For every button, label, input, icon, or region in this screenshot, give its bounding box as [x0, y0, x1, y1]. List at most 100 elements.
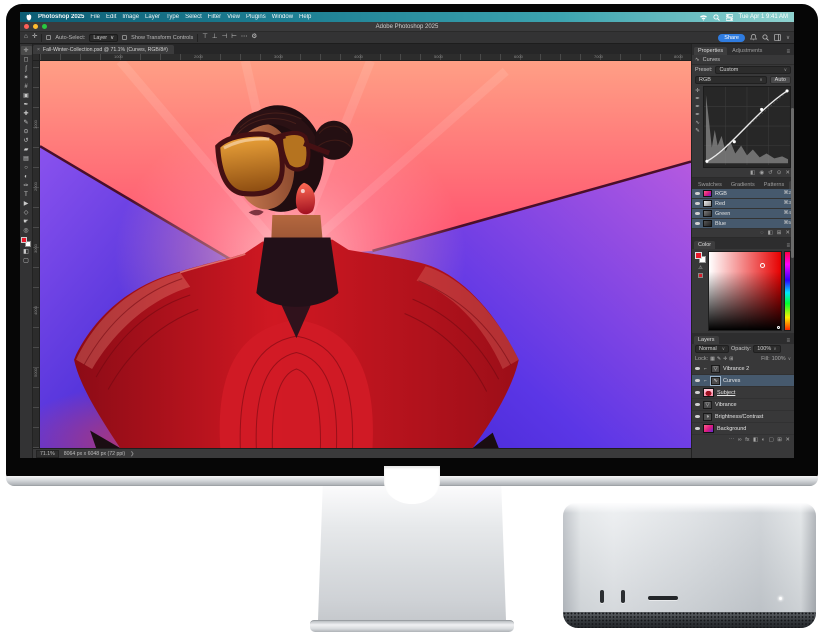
gray-point-eyedropper-icon[interactable]: ✒ — [695, 104, 700, 110]
document-canvas[interactable] — [40, 61, 691, 448]
chevron-down-icon[interactable]: ∨ — [786, 35, 790, 41]
clip-to-layer-icon[interactable]: ◧ — [750, 170, 755, 176]
menu-item-help[interactable]: Help — [299, 14, 311, 20]
visibility-eye-icon[interactable] — [695, 367, 700, 371]
lock-position-icon[interactable]: ✛ — [723, 356, 727, 362]
tab-patterns[interactable]: Patterns — [760, 181, 788, 189]
align-left-icon[interactable]: ⊤ — [202, 34, 208, 41]
document-tab[interactable]: × Fall-Winter-Collection.psd @ 71.1% (Cu… — [33, 45, 174, 54]
toggle-visibility-icon[interactable]: ◉ — [759, 170, 764, 176]
channel-row-green[interactable]: Green ⌘4 — [692, 209, 794, 219]
home-icon[interactable]: ⌂ — [24, 34, 28, 41]
tool-lasso[interactable]: ʃ — [21, 64, 32, 73]
visibility-eye-icon[interactable] — [695, 427, 700, 431]
control-center-icon[interactable] — [726, 14, 733, 21]
channel-row-blue[interactable]: Blue ⌘5 — [692, 219, 794, 229]
tool-blur[interactable]: ○ — [21, 163, 32, 172]
visibility-eye-icon[interactable] — [695, 192, 700, 196]
search-icon[interactable] — [762, 34, 769, 41]
tool-healing[interactable]: ✚ — [21, 109, 32, 118]
visibility-eye-icon[interactable] — [695, 379, 700, 383]
auto-select-dropdown[interactable]: Layer ∨ — [89, 34, 118, 42]
tool-move[interactable]: ✛ — [21, 46, 32, 55]
gamut-warning-icon[interactable]: ⚠ — [698, 265, 702, 271]
lock-all-icon[interactable]: ⊞ — [729, 356, 733, 362]
menu-item-view[interactable]: View — [227, 14, 240, 20]
tool-eyedropper[interactable]: ✒ — [21, 100, 32, 109]
visibility-eye-icon[interactable] — [695, 415, 700, 419]
quick-mask-icon[interactable]: ◧ — [21, 247, 32, 256]
load-selection-icon[interactable]: ◌ — [760, 230, 763, 236]
tool-type[interactable]: T — [21, 190, 32, 199]
save-selection-icon[interactable]: ◧ — [768, 230, 773, 236]
layer-row-vibrance2[interactable]: ⌐ ▽ Vibrance 2 — [692, 363, 794, 375]
align-center-icon[interactable]: ⊥ — [212, 34, 218, 41]
new-channel-icon[interactable]: ⊞ — [777, 230, 782, 236]
layer-row-curves[interactable]: ⌐ ∿ Curves — [692, 375, 794, 387]
tool-marquee[interactable]: ◻ — [21, 55, 32, 64]
tool-gradient[interactable]: ▤ — [21, 154, 32, 163]
menu-item-type[interactable]: Type — [166, 14, 179, 20]
tool-crop[interactable]: # — [21, 82, 32, 91]
gear-icon[interactable]: ⚙ — [251, 34, 257, 41]
share-button[interactable]: Share — [718, 34, 745, 42]
menubar-clock[interactable]: Tue Apr 1 9:41 AM — [739, 14, 788, 20]
hue-slider[interactable] — [784, 251, 791, 331]
color-picker-marker[interactable] — [760, 263, 765, 268]
visibility-eye-icon[interactable] — [695, 403, 700, 407]
delete-layer-icon[interactable]: ✕ — [785, 437, 790, 443]
previous-state-icon[interactable]: ⊙ — [777, 170, 782, 176]
tool-eraser[interactable]: ▰ — [21, 145, 32, 154]
menu-item-file[interactable]: File — [90, 14, 100, 20]
lock-pixels-icon[interactable]: ✎ — [717, 356, 721, 362]
delete-channel-icon[interactable]: ✕ — [785, 230, 790, 236]
channel-dropdown[interactable]: RGB ∨ — [695, 76, 767, 84]
notifications-bell-icon[interactable] — [750, 34, 757, 41]
lock-transparent-icon[interactable]: ▦ — [710, 356, 715, 362]
tool-path-selection[interactable]: ▶ — [21, 199, 32, 208]
close-tab-icon[interactable]: × — [37, 47, 40, 53]
opacity-field[interactable]: 100% ∨ — [753, 345, 780, 353]
black-point-eyedropper-icon[interactable]: ✒ — [695, 96, 700, 102]
tool-zoom[interactable]: ◎ — [21, 226, 32, 235]
gamut-color-swatch[interactable] — [698, 273, 703, 278]
preset-dropdown[interactable]: Custom ∨ — [715, 66, 791, 74]
visibility-eye-icon[interactable] — [695, 212, 700, 216]
menu-item-filter[interactable]: Filter — [208, 14, 221, 20]
visibility-eye-icon[interactable] — [695, 202, 700, 206]
panel-scrollbar[interactable] — [791, 108, 794, 258]
layer-row-background[interactable]: Background — [692, 423, 794, 435]
layer-effects-icon[interactable]: fx — [745, 437, 749, 443]
menu-item-window[interactable]: Window — [272, 14, 293, 20]
channel-row-rgb[interactable]: RGB ⌘2 — [692, 189, 794, 199]
workspace-switcher-icon[interactable] — [774, 34, 781, 41]
saturation-brightness-field[interactable] — [708, 251, 782, 331]
tab-gradients[interactable]: Gradients — [727, 181, 759, 189]
tool-dodge[interactable]: ◐ — [21, 172, 32, 181]
align-right-icon[interactable]: ⊣ — [222, 34, 228, 41]
visibility-eye-icon[interactable] — [695, 222, 700, 226]
blend-mode-dropdown[interactable]: Normal ∨ — [695, 345, 729, 353]
layer-row-vibrance[interactable]: ▽ Vibrance — [692, 399, 794, 411]
show-transform-checkbox[interactable] — [122, 35, 127, 40]
tab-adjustments[interactable]: Adjustments — [728, 47, 766, 55]
screen-mode-icon[interactable]: ▢ — [21, 256, 32, 265]
more-options-icon[interactable]: ⋯ — [241, 34, 248, 41]
menu-item-image[interactable]: Image — [122, 14, 139, 20]
pencil-tool-icon[interactable]: ✎ — [695, 128, 700, 134]
tool-clone-stamp[interactable]: ⊙ — [21, 127, 32, 136]
new-group-icon[interactable]: ▢ — [769, 437, 774, 443]
channel-row-red[interactable]: Red ⌘3 — [692, 199, 794, 209]
tool-frame[interactable]: ▣ — [21, 91, 32, 100]
distribute-icon[interactable]: ⊢ — [231, 34, 237, 41]
tool-pen[interactable]: ✑ — [21, 181, 32, 190]
new-adjustment-icon[interactable]: ◐ — [762, 437, 765, 443]
tab-swatches[interactable]: Swatches — [694, 181, 726, 189]
fg-bg-swatches[interactable] — [695, 252, 706, 263]
layer-row-brightness-contrast[interactable]: ◑ Brightness/Contrast — [692, 411, 794, 423]
menu-item-layer[interactable]: Layer — [145, 14, 160, 20]
tab-color[interactable]: Color — [694, 241, 715, 249]
visibility-eye-icon[interactable] — [695, 391, 700, 395]
white-point-eyedropper-icon[interactable]: ✒ — [695, 112, 700, 118]
tool-object-selection[interactable]: ✶ — [21, 73, 32, 82]
